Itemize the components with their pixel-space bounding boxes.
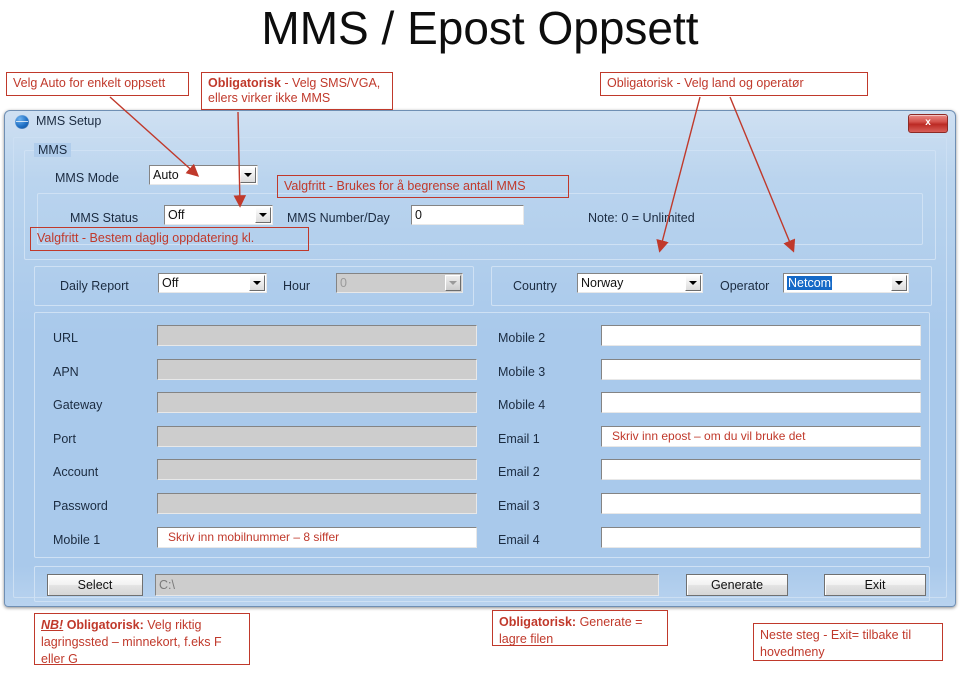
- save-path-value: C:\: [159, 578, 175, 592]
- field-input-password[interactable]: [157, 493, 477, 514]
- daily-report-value: Off: [162, 276, 179, 290]
- page-title: MMS / Epost Oppsett: [261, 2, 699, 54]
- field-label-gateway: Gateway: [53, 398, 103, 413]
- operator-select[interactable]: Netcom: [783, 273, 909, 293]
- callout-storage-location: NB! Obligatorisk: Velg riktig lagringsst…: [34, 613, 250, 666]
- callout-limit-mms: Valgfritt - Brukes for å begrense antall…: [277, 175, 569, 198]
- mms-mode-value: Auto: [153, 168, 179, 182]
- operator-value: Netcom: [787, 276, 833, 290]
- field-input-account[interactable]: [157, 459, 477, 481]
- chevron-down-icon[interactable]: [240, 167, 256, 183]
- window-client-area: MMS MMS Mode Auto MMS Status Off MMS Num…: [13, 137, 947, 602]
- callout-daily-update: Valgfritt - Bestem daglig oppdatering kl…: [30, 227, 309, 251]
- country-select[interactable]: Norway: [577, 273, 703, 293]
- chevron-down-icon[interactable]: [249, 275, 265, 291]
- save-path-input[interactable]: C:\: [155, 574, 659, 596]
- mms-number-per-day-input[interactable]: 0: [411, 205, 524, 225]
- mms-number-per-day-value: 0: [415, 208, 422, 222]
- callout-country-operator-text: Obligatorisk - Velg land og operatør: [607, 76, 804, 90]
- callout-mandatory-sms: Obligatorisk - Velg SMS/VGA, ellers virk…: [201, 72, 393, 110]
- callout-exit: Neste steg - Exit= tilbake til hovedmeny: [753, 623, 943, 661]
- country-value: Norway: [581, 276, 624, 290]
- mms-number-per-day-label: MMS Number/Day: [287, 211, 390, 225]
- connection-settings-groupbox: URL APN Gateway Port Account Password Mobile 1…: [34, 312, 930, 558]
- window-titlebar[interactable]: MMS Setup x: [5, 111, 955, 135]
- hour-select[interactable]: 0: [336, 273, 463, 293]
- exit-button[interactable]: Exit: [824, 574, 926, 596]
- field-label-mobile-4: Mobile 4: [498, 398, 546, 413]
- field-input-mobile-2[interactable]: [601, 325, 921, 346]
- window-title: MMS Setup: [36, 114, 102, 128]
- field-label-email-3: Email 3: [498, 499, 540, 513]
- globe-icon: [15, 115, 29, 129]
- field-input-email-2[interactable]: [601, 459, 921, 481]
- field-input-apn[interactable]: [157, 358, 477, 380]
- field-input-email-3[interactable]: [601, 493, 921, 514]
- field-label-port: Port: [53, 431, 76, 446]
- field-input-email-4[interactable]: [601, 526, 921, 548]
- chevron-down-icon[interactable]: [891, 275, 907, 291]
- field-input-port[interactable]: [157, 425, 477, 447]
- daily-report-label: Daily Report: [60, 279, 129, 293]
- callout-daily-update-text: Valgfritt - Bestem daglig oppdatering kl…: [37, 231, 255, 245]
- callout-generate: Obligatorisk: Generate = lagre filen: [492, 610, 668, 646]
- mms-status-value: Off: [168, 208, 185, 222]
- country-operator-groupbox: Country Norway Operator Netcom: [491, 266, 932, 306]
- field-label-account: Account: [53, 465, 99, 480]
- field-input-gateway[interactable]: [157, 392, 477, 414]
- select-button[interactable]: Select: [47, 574, 143, 596]
- country-label: Country: [513, 279, 557, 293]
- field-value-mobile-1: Skriv inn mobilnummer – 8 siffer: [168, 530, 340, 545]
- field-label-email-2: Email 2: [498, 465, 540, 480]
- footer-groupbox: Select C:\ Generate Exit: [34, 566, 930, 602]
- callout-mandatory-sms-strong: Obligatorisk: [208, 76, 281, 90]
- generate-button[interactable]: Generate: [686, 574, 788, 596]
- field-label-apn: APN: [53, 364, 79, 379]
- mms-note: Note: 0 = Unlimited: [588, 211, 695, 225]
- field-label-mobile-3: Mobile 3: [498, 364, 546, 379]
- callout-storage-nb: NB!: [41, 618, 64, 632]
- mms-mode-label: MMS Mode: [55, 171, 119, 185]
- callout-auto-mode-text: Velg Auto for enkelt oppsett: [13, 76, 166, 90]
- callout-exit-text: Neste steg - Exit= tilbake til hovedmeny: [760, 628, 912, 659]
- mms-status-label: MMS Status: [70, 211, 139, 225]
- callout-limit-mms-text: Valgfritt - Brukes for å begrense antall…: [284, 179, 526, 193]
- chevron-down-icon[interactable]: [685, 275, 701, 291]
- mms-groupbox-legend: MMS: [34, 143, 72, 157]
- field-label-password: Password: [53, 499, 108, 513]
- hour-label: Hour: [283, 279, 311, 293]
- field-input-mobile-3[interactable]: [601, 358, 921, 380]
- callout-generate-strong: Obligatorisk:: [499, 615, 577, 629]
- hour-value: 0: [340, 276, 347, 290]
- callout-country-operator: Obligatorisk - Velg land og operatør: [600, 72, 868, 96]
- operator-label: Operator: [720, 279, 770, 293]
- chevron-down-icon[interactable]: [445, 275, 461, 291]
- field-value-email-1: Skriv inn epost – om du vil bruke det: [612, 429, 806, 444]
- field-input-url[interactable]: [157, 325, 477, 346]
- field-label-url: URL: [53, 331, 79, 345]
- daily-report-select[interactable]: Off: [158, 273, 267, 293]
- field-label-email-1: Email 1: [498, 431, 540, 446]
- mms-status-select[interactable]: Off: [164, 205, 273, 225]
- mms-mode-select[interactable]: Auto: [149, 165, 258, 185]
- field-input-mobile-4[interactable]: [601, 392, 921, 414]
- daily-report-groupbox: Daily Report Off Hour 0: [34, 266, 474, 306]
- field-label-mobile-1: Mobile 1: [53, 532, 101, 547]
- chevron-down-icon[interactable]: [255, 207, 271, 223]
- callout-auto-mode: Velg Auto for enkelt oppsett: [6, 72, 189, 96]
- field-input-email-1[interactable]: Skriv inn epost – om du vil bruke det: [601, 425, 921, 447]
- close-icon[interactable]: x: [908, 114, 948, 133]
- callout-storage-strong: Obligatorisk:: [63, 618, 144, 632]
- field-input-mobile-1[interactable]: Skriv inn mobilnummer – 8 siffer: [157, 526, 477, 548]
- field-label-mobile-2: Mobile 2: [498, 331, 546, 345]
- field-label-email-4: Email 4: [498, 532, 540, 547]
